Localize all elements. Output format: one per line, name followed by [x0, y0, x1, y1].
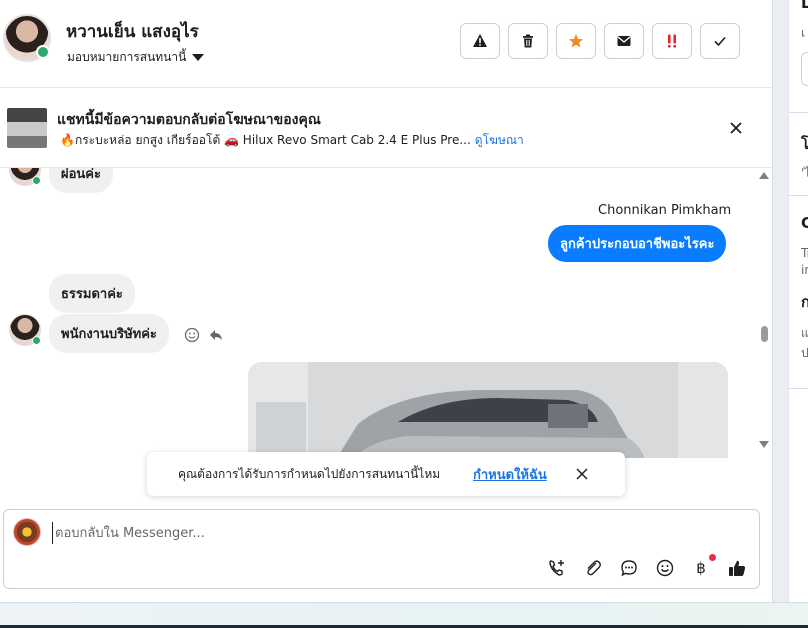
mark-done-button[interactable] — [700, 23, 740, 59]
mark-unread-button[interactable] — [604, 23, 644, 59]
trash-icon — [523, 34, 533, 48]
delete-button[interactable] — [508, 23, 548, 59]
incoming-message[interactable]: พนักงานบริษัทค่ะ — [49, 314, 169, 353]
add-call-tool[interactable] — [547, 558, 567, 578]
attach-tool[interactable] — [583, 558, 603, 578]
composer-tools: ฿ — [547, 554, 747, 578]
react-emoji-icon[interactable] — [184, 327, 200, 343]
panel-input-box[interactable] — [801, 52, 808, 86]
panel-divider — [789, 388, 808, 389]
panel-fragment: 'ไ — [801, 166, 808, 180]
ad-description: 🔥กระบะหล่อ ยกสูง เกียร์ออโต้ 🚗 Hilux Rev… — [60, 133, 471, 147]
panel-divider — [789, 112, 808, 113]
panel-fragment: เ — [801, 26, 806, 40]
contact-avatar[interactable] — [3, 14, 51, 62]
paperclip-icon — [587, 560, 601, 576]
contact-avatar-small — [9, 168, 41, 186]
online-indicator — [32, 176, 41, 185]
emoji-tool[interactable] — [655, 558, 675, 578]
online-indicator — [36, 45, 50, 59]
report-spam-button[interactable] — [460, 23, 500, 59]
saved-replies-tool[interactable] — [619, 558, 639, 578]
assign-to-me-link[interactable]: กำหนดให้ฉัน — [473, 464, 547, 485]
notification-badge — [709, 554, 716, 561]
ad-banner-subtitle: 🔥กระบะหล่อ ยกสูง เกียร์ออโต้ 🚗 Hilux Rev… — [60, 131, 524, 150]
page-avatar — [13, 518, 41, 546]
baht-icon: ฿ — [696, 559, 706, 577]
payment-tool[interactable]: ฿ — [691, 554, 716, 578]
taskbar-strip — [0, 602, 808, 628]
ad-banner-title: แชทนี้มีข้อความตอบกลับต่อโฆษณาของคุณ — [57, 112, 321, 128]
envelope-icon — [617, 36, 631, 46]
mark-urgent-button[interactable] — [652, 23, 692, 59]
smiley-icon — [656, 559, 674, 577]
double-exclamation-icon — [667, 34, 677, 48]
thumbs-up-tool[interactable] — [727, 558, 747, 578]
incoming-message[interactable]: ผ่อนค่ะ — [49, 168, 113, 193]
star-button[interactable] — [556, 23, 596, 59]
assign-label: มอบหมายการสนทนานี้ — [67, 50, 187, 64]
panel-divider — [789, 195, 808, 196]
chat-panel: หวานเย็น แสงอุไร มอบหมายการสนทนานี้ แชทน… — [0, 0, 773, 602]
warning-icon — [473, 34, 487, 47]
message-scrollbar[interactable] — [756, 168, 772, 458]
panel-fragment: ก — [801, 290, 808, 314]
view-ad-link[interactable]: ดูโฆษณา — [475, 133, 524, 147]
panel-fragment: Tr — [801, 246, 808, 260]
thumbs-up-icon — [729, 560, 746, 576]
close-icon[interactable] — [575, 467, 589, 481]
star-icon — [569, 34, 583, 48]
scroll-down-arrow-icon[interactable] — [759, 441, 769, 448]
outgoing-message[interactable]: ลูกค้าประกอบอาชีพอะไรคะ — [548, 225, 727, 262]
message-composer: ฿ — [3, 509, 760, 589]
panel-fragment: โ — [801, 132, 808, 156]
caret-down-icon — [192, 54, 205, 61]
car-photo-attachment[interactable] — [248, 362, 728, 458]
assign-dropdown[interactable]: มอบหมายการสนทนานี้ — [67, 48, 205, 67]
incoming-message[interactable]: ธรรมดาค่ะ — [49, 274, 135, 313]
reply-icon[interactable] — [208, 327, 224, 343]
scrollbar-thumb[interactable] — [761, 326, 768, 342]
phone-plus-icon — [549, 560, 564, 576]
header-actions — [460, 23, 740, 59]
panel-fragment: L — [801, 0, 808, 12]
panel-fragment: C — [801, 214, 808, 232]
message-sender-name: Chonnikan Pimkham — [598, 203, 732, 218]
panel-fragment: ป — [801, 346, 808, 360]
ad-reply-banner: แชทนี้มีข้อความตอบกลับต่อโฆษณาของคุณ 🔥กร… — [0, 88, 772, 168]
panel-fragment: แ — [801, 326, 808, 340]
contact-details-panel: L เ โ 'ไ C Tr in ก แ ป — [788, 0, 808, 602]
assign-prompt-text: คุณต้องการได้รับการกำหนดไปยังการสนทนานี้… — [178, 467, 441, 481]
close-icon[interactable] — [726, 118, 746, 138]
reply-input[interactable] — [52, 522, 742, 544]
car-photo-image — [248, 362, 728, 458]
scroll-up-arrow-icon[interactable] — [759, 172, 769, 179]
checkmark-icon — [714, 36, 726, 47]
ad-thumbnail[interactable] — [7, 108, 47, 148]
message-thread[interactable]: ผ่อนค่ะ Chonnikan Pimkham ลูกค้าประกอบอา… — [0, 168, 772, 458]
online-indicator — [32, 336, 41, 345]
assign-prompt-toast: คุณต้องการได้รับการกำหนดไปยังการสนทนานี้… — [147, 452, 625, 496]
conversation-header: หวานเย็น แสงอุไร มอบหมายการสนทนานี้ — [0, 0, 772, 88]
chat-bubble-icon — [621, 560, 637, 577]
panel-fragment: in — [801, 263, 808, 277]
contact-name[interactable]: หวานเย็น แสงอุไร — [66, 18, 199, 45]
contact-avatar-small — [9, 314, 41, 346]
